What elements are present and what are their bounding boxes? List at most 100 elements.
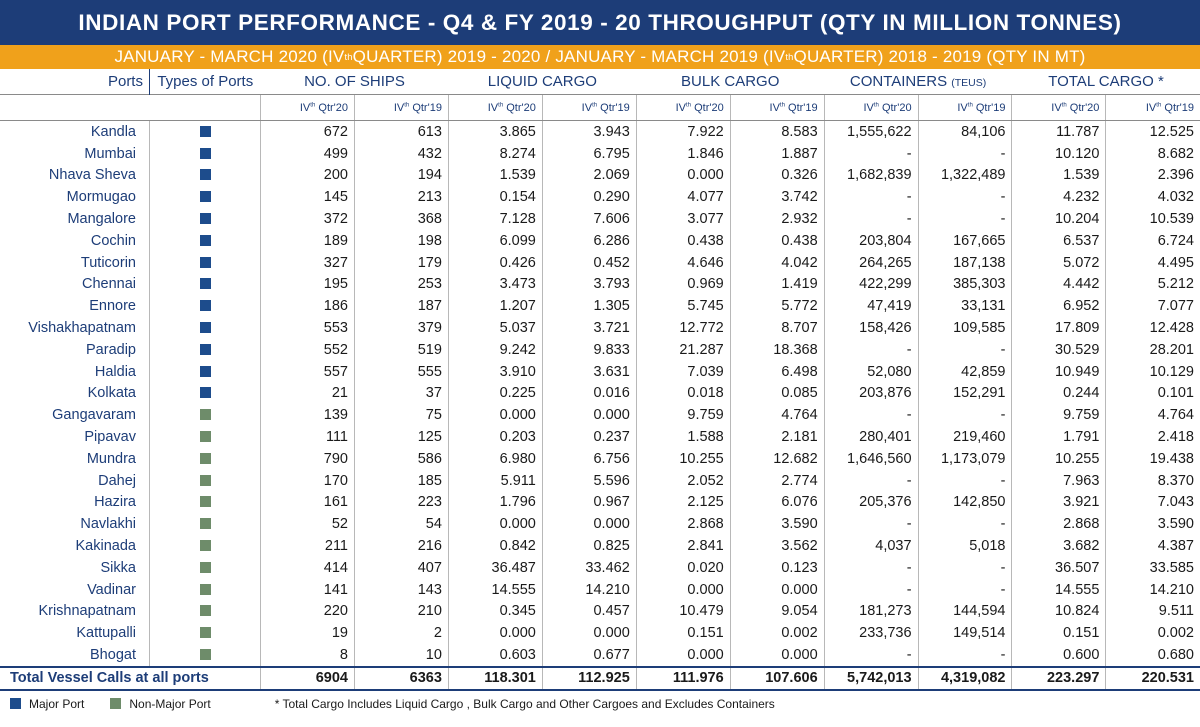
- cell-liq20: 1.796: [447, 491, 543, 514]
- port-name: Mumbai: [84, 145, 136, 162]
- cell-bulk19: 4.042: [729, 251, 825, 274]
- cell-cont20: 203,876: [823, 382, 919, 405]
- cell-tot20: 10.204: [1011, 208, 1106, 230]
- cell-bulk19: 0.002: [729, 622, 825, 645]
- cell-ships20: 553: [260, 317, 355, 339]
- major-port-square-icon: [199, 322, 211, 334]
- cell-cont19: -: [917, 186, 1012, 209]
- non-major-port-square-icon: [199, 627, 211, 639]
- cell-ships19: 2: [354, 622, 449, 645]
- total-bulk-q4-2019: 107.606: [729, 665, 825, 691]
- port-type: [148, 295, 261, 318]
- cell-ships20: 145: [260, 186, 355, 209]
- cell-bulk20: 2.052: [635, 469, 731, 492]
- table-row: Chennai 195 253 3.473 3.793 0.969 1.419 422,299…: [0, 273, 1200, 296]
- cell-bulk20: 10.479: [635, 600, 731, 623]
- port-performance-table: Ports Types of Ports NO. OF SHIPS LIQUID…: [0, 69, 1200, 691]
- cell-ships20: 111: [260, 426, 355, 448]
- total-ships-q4-2020: 6904: [260, 665, 355, 691]
- cell-cont20: -: [823, 644, 919, 667]
- cell-liq20: 8.274: [447, 142, 543, 165]
- cell-cont19: 187,138: [917, 251, 1012, 274]
- cell-liq19: 0.016: [541, 382, 637, 405]
- cell-tot19: 2.396: [1105, 164, 1200, 187]
- port-name: Cochin: [90, 232, 136, 249]
- cell-tot20: 4.442: [1011, 273, 1106, 296]
- port-type: [148, 578, 261, 601]
- cell-cont20: -: [823, 556, 919, 579]
- cell-liq19: 1.305: [541, 295, 637, 318]
- cell-liq20: 0.000: [447, 513, 543, 536]
- non-major-port-square-icon: [110, 698, 122, 710]
- cell-bulk20: 0.151: [635, 622, 731, 645]
- cell-tot20: 14.555: [1011, 578, 1106, 601]
- cell-tot19: 19.438: [1105, 447, 1200, 470]
- cell-bulk20: 1.588: [635, 426, 731, 448]
- table-row: Kolkata 21 37 0.225 0.016 0.018 0.085 203,876 15…: [0, 382, 1200, 405]
- cell-bulk19: 9.054: [729, 600, 825, 623]
- cell-ships20: 672: [260, 120, 355, 143]
- cell-bulk20: 10.255: [635, 447, 731, 470]
- cell-liq19: 0.677: [541, 644, 637, 667]
- table-row: Nhava Sheva 200 194 1.539 2.069 0.000 0.326 1,6…: [0, 164, 1200, 187]
- subtitle-part-2: QUARTER) 2019 - 2020 / JANUARY - MARCH 2…: [352, 47, 786, 66]
- cell-ships19: 179: [354, 251, 449, 274]
- cell-tot20: 30.529: [1011, 338, 1106, 361]
- port-name: Vishakhapatnam: [28, 320, 136, 337]
- cell-bulk20: 2.125: [635, 491, 731, 514]
- cell-tot20: 5.072: [1011, 251, 1106, 274]
- cell-bulk20: 3.077: [635, 208, 731, 230]
- cell-liq19: 7.606: [541, 208, 637, 230]
- cell-bulk19: 2.181: [729, 426, 825, 448]
- subheader-quarter: Qtr'20: [1066, 101, 1100, 114]
- cell-ships19: 519: [354, 338, 449, 361]
- cell-cont20: 1,555,622: [823, 120, 919, 143]
- total-label: Total Vessel Calls at all ports: [0, 665, 261, 691]
- cell-tot19: 28.201: [1105, 338, 1200, 361]
- port-name: Haldia: [94, 363, 136, 380]
- cell-cont19: 167,665: [917, 229, 1012, 252]
- subheader-containers-q20: IVth Qtr'20: [823, 94, 919, 121]
- cell-cont20: 4,037: [823, 535, 919, 557]
- cell-ships20: 220: [260, 600, 355, 623]
- cell-tot19: 12.525: [1105, 120, 1200, 143]
- cell-cont19: 84,106: [917, 120, 1012, 143]
- cell-ships19: 37: [354, 382, 449, 405]
- cell-liq20: 6.099: [447, 229, 543, 252]
- subheader-quarter: Qtr'20: [503, 101, 536, 114]
- port-type: [148, 556, 261, 579]
- cell-tot20: 0.600: [1011, 644, 1106, 667]
- cell-cont20: 1,682,839: [823, 164, 919, 187]
- header-liquid-cargo: LIQUID CARGO: [487, 73, 597, 90]
- column-group-header-row: Ports Types of Ports NO. OF SHIPS LIQUID…: [0, 69, 1200, 95]
- legend-major-port: Major Port: [10, 697, 84, 711]
- cell-bulk19: 8.583: [729, 120, 825, 143]
- cell-bulk19: 3.562: [729, 535, 825, 557]
- port-name: Hazira: [94, 494, 136, 511]
- cell-tot19: 3.590: [1105, 513, 1200, 536]
- table-row: Bhogat 8 10 0.603 0.677 0.000 0.000- -0.600 0.68…: [0, 644, 1200, 667]
- cell-ships20: 790: [260, 447, 355, 470]
- cell-tot20: 1.791: [1011, 426, 1106, 448]
- table-row: Vadinar 141 143 14.555 14.210 0.000 0.000- -14.…: [0, 578, 1200, 601]
- port-type: [148, 164, 261, 187]
- cell-bulk19: 0.123: [729, 556, 825, 579]
- subheader-quarter: Qtr'20: [691, 101, 724, 114]
- header-containers-unit: (TEUS): [951, 77, 987, 89]
- legend-non-major-port-label: Non-Major Port: [129, 696, 211, 711]
- cell-bulk19: 6.498: [729, 360, 825, 383]
- table-row: Navlakhi 52 54 0.000 0.000 2.868 3.590- -2.868 3…: [0, 513, 1200, 536]
- table-row: Mormugao 145 213 0.154 0.290 4.077 3.742- -4.23…: [0, 186, 1200, 209]
- total-containers-q4-2019: 4,319,082: [917, 665, 1012, 691]
- cell-ships20: 557: [260, 360, 355, 383]
- cell-bulk19: 0.000: [729, 578, 825, 601]
- cell-liq19: 0.000: [541, 513, 637, 536]
- total-row: Total Vessel Calls at all ports 6904 636…: [0, 665, 1200, 691]
- cell-liq20: 0.426: [447, 251, 543, 274]
- cell-liq20: 3.910: [447, 360, 543, 383]
- subheader-roman: IV: [487, 101, 499, 114]
- cell-bulk20: 4.077: [635, 186, 731, 209]
- cell-cont19: 33,131: [917, 295, 1012, 318]
- non-major-port-square-icon: [199, 496, 211, 508]
- cell-ships20: 372: [260, 208, 355, 230]
